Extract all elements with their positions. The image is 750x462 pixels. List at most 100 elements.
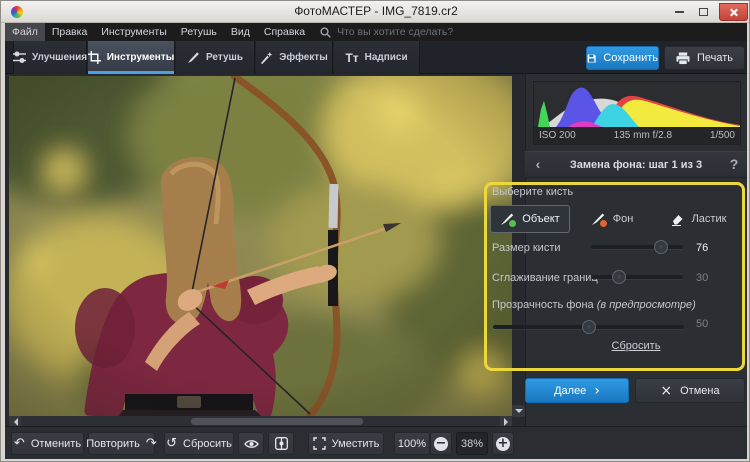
tab-effects[interactable]: Эффекты bbox=[256, 41, 333, 74]
edge-smoothing-slider[interactable] bbox=[591, 271, 683, 283]
brush-size-slider[interactable] bbox=[591, 241, 683, 253]
redo-button[interactable]: Повторить ↷ bbox=[88, 432, 155, 455]
tab-retouch[interactable]: Ретушь bbox=[176, 41, 255, 74]
save-button[interactable]: Сохранить bbox=[586, 46, 659, 70]
brush-background-button[interactable]: Фон bbox=[577, 205, 647, 233]
maximize-button[interactable] bbox=[693, 4, 713, 20]
brush-option-label: Фон bbox=[613, 213, 634, 225]
help-button[interactable]: ? bbox=[725, 154, 743, 174]
exif-caption: ISO 200 135 mm f/2.8 1/500 bbox=[534, 127, 740, 144]
reset-label: Сбросить bbox=[183, 438, 232, 450]
background-opacity-slider[interactable] bbox=[493, 321, 684, 333]
slider-track[interactable] bbox=[591, 245, 683, 249]
save-label: Сохранить bbox=[603, 52, 658, 64]
menu-bar: Файл Правка Инструменты Ретушь Вид Справ… bbox=[5, 23, 747, 41]
sliders-icon bbox=[13, 51, 26, 64]
undo-button[interactable]: ↶ Отменить bbox=[11, 432, 84, 455]
zoom-out-button[interactable]: − bbox=[430, 432, 452, 455]
back-button[interactable]: ‹ bbox=[529, 154, 547, 174]
orange-dot-icon bbox=[600, 220, 607, 227]
text-tool-icon: Tт bbox=[345, 51, 358, 65]
quick-search[interactable]: Что вы хотите сделать? bbox=[320, 23, 453, 41]
preview-original-button[interactable] bbox=[238, 432, 264, 455]
brush-option-label: Ластик bbox=[692, 213, 727, 225]
before-after-button[interactable] bbox=[268, 432, 294, 455]
histogram: ISO 200 135 mm f/2.8 1/500 bbox=[533, 81, 741, 145]
histogram-graph bbox=[534, 82, 740, 127]
focal-value: 135 mm f/2.8 bbox=[614, 130, 672, 141]
menu-file[interactable]: Файл bbox=[5, 23, 45, 41]
reset-button[interactable]: ↺ Сбросить bbox=[164, 432, 234, 455]
fit-to-screen-button[interactable]: Уместить bbox=[308, 432, 384, 455]
brush-section-label: Выберите кисть bbox=[492, 186, 573, 198]
search-placeholder: Что вы хотите сделать? bbox=[337, 26, 453, 38]
cancel-label: Отмена bbox=[680, 385, 719, 397]
zoom-in-button[interactable]: + bbox=[492, 432, 514, 455]
minus-icon: − bbox=[434, 437, 448, 451]
slider-thumb[interactable] bbox=[582, 320, 596, 334]
tab-label: Надписи bbox=[365, 52, 408, 63]
reset-settings-link[interactable]: Сбросить bbox=[525, 340, 747, 352]
split-view-icon bbox=[275, 437, 288, 450]
menu-retouch[interactable]: Ретушь bbox=[174, 23, 224, 41]
fit-label: Уместить bbox=[332, 438, 380, 450]
tab-tools[interactable]: Инструменты bbox=[88, 41, 175, 74]
redo-icon: ↷ bbox=[146, 437, 157, 450]
opacity-label-text: Прозрачность фона bbox=[492, 299, 594, 311]
background-opacity-value: 50 bbox=[696, 318, 722, 330]
scroll-down-button[interactable] bbox=[512, 405, 525, 417]
zoom-100-button[interactable]: 100% bbox=[394, 432, 430, 455]
undo-icon: ↶ bbox=[14, 437, 25, 450]
tab-text[interactable]: Tт Надписи bbox=[334, 41, 420, 74]
next-step-button[interactable]: Далее › bbox=[525, 378, 629, 403]
save-icon bbox=[587, 52, 596, 65]
minimize-button[interactable] bbox=[669, 4, 689, 20]
zoom-level-value: 38% bbox=[461, 438, 483, 450]
menu-view[interactable]: Вид bbox=[224, 23, 257, 41]
reset-icon: ↺ bbox=[166, 437, 177, 450]
fit-icon bbox=[313, 437, 326, 450]
brush-option-label: Объект bbox=[522, 213, 559, 225]
panel-title: Замена фона: шаг 1 из 3 bbox=[570, 159, 702, 171]
app-window: ФотоМАСТЕР - IMG_7819.cr2 Файл Правка Ин… bbox=[0, 0, 750, 462]
close-icon bbox=[729, 8, 738, 17]
eraser-icon bbox=[670, 211, 686, 227]
zoom-level-display: 38% bbox=[456, 432, 488, 455]
brush-object-button[interactable]: Объект bbox=[490, 205, 570, 233]
brush-icon bbox=[187, 51, 200, 64]
left-arrow-icon bbox=[10, 418, 18, 426]
horizontal-scroll-thumb[interactable] bbox=[191, 418, 363, 425]
brush-size-label: Размер кисти bbox=[492, 242, 561, 254]
slider-track[interactable] bbox=[591, 275, 683, 279]
brush-eraser-button[interactable]: Ластик bbox=[653, 205, 743, 233]
print-label: Печать bbox=[697, 52, 733, 64]
printer-icon bbox=[676, 52, 690, 65]
slider-thumb[interactable] bbox=[612, 270, 626, 284]
background-brush-icon bbox=[591, 211, 607, 227]
search-icon bbox=[320, 27, 331, 38]
redo-label: Повторить bbox=[86, 438, 140, 450]
opacity-label-note: (в предпросмотре) bbox=[597, 299, 696, 311]
menu-help[interactable]: Справка bbox=[257, 23, 312, 41]
print-button[interactable]: Печать bbox=[664, 46, 745, 70]
window-title: ФотоМАСТЕР - IMG_7819.cr2 bbox=[1, 1, 750, 22]
chevron-right-icon: › bbox=[594, 383, 600, 399]
menu-tools[interactable]: Инструменты bbox=[94, 23, 173, 41]
tab-label: Инструменты bbox=[107, 52, 175, 63]
eye-icon bbox=[244, 439, 259, 449]
cancel-button[interactable]: × Отмена bbox=[635, 378, 745, 403]
slider-thumb[interactable] bbox=[654, 240, 668, 254]
maximize-icon bbox=[699, 8, 708, 16]
tab-label: Эффекты bbox=[279, 52, 328, 63]
tab-enhance[interactable]: Улучшения bbox=[13, 41, 87, 74]
shutter-value: 1/500 bbox=[710, 130, 735, 141]
title-bar: ФотоМАСТЕР - IMG_7819.cr2 bbox=[1, 1, 750, 23]
background-opacity-label: Прозрачность фона (в предпросмотре) bbox=[492, 299, 696, 311]
bottom-toolbar: ↶ Отменить Повторить ↷ ↺ Сбросить Умести… bbox=[5, 426, 747, 459]
menu-edit[interactable]: Правка bbox=[45, 23, 94, 41]
close-button[interactable] bbox=[719, 3, 748, 21]
photo-canvas[interactable] bbox=[9, 76, 512, 416]
edge-smoothing-label: Сглаживание границ bbox=[492, 272, 598, 284]
brush-size-value: 76 bbox=[696, 242, 722, 254]
plus-icon: + bbox=[496, 437, 510, 451]
